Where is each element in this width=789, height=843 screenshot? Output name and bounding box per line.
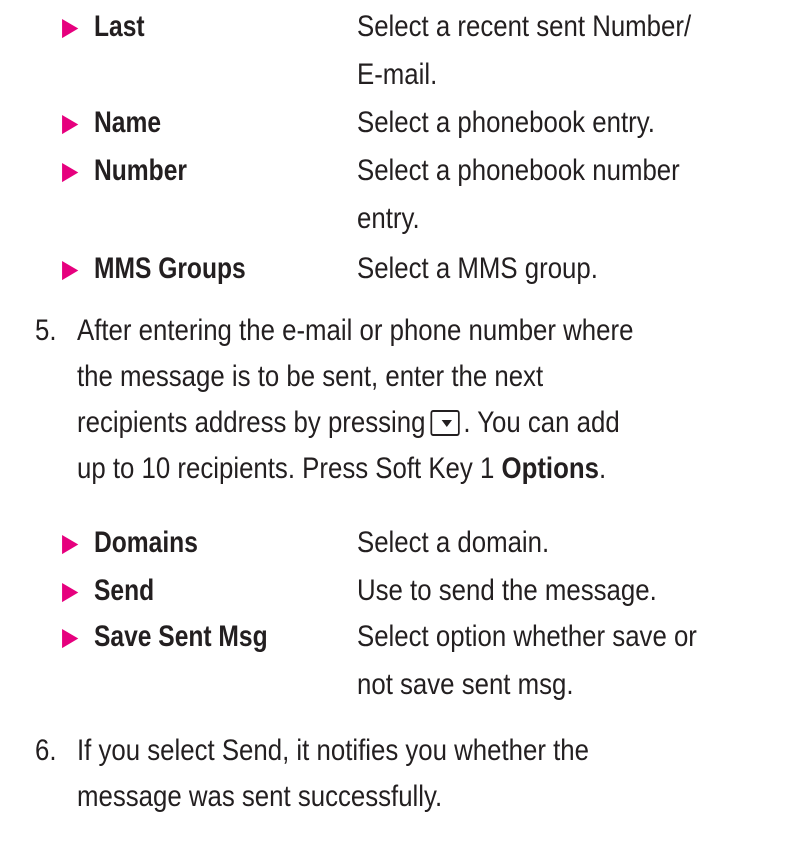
option-term: Number: [94, 154, 187, 187]
option-description-continued: entry.: [357, 202, 420, 235]
step-text-line: the message is to be sent, enter the nex…: [77, 360, 544, 393]
step-6: 6. If you select Send, it notifies you w…: [35, 728, 785, 828]
option-term: Domains: [94, 526, 198, 559]
option-description: Use to send the message.: [357, 574, 657, 607]
option-description: Select a recent sent Number/: [357, 10, 692, 43]
bullet-arrow-icon: ▶: [62, 109, 79, 137]
bullet-arrow-icon: ▶: [62, 255, 79, 283]
manual-page: ▶ Last Select a recent sent Number/ E-ma…: [0, 0, 789, 843]
option-term: Send: [94, 574, 155, 607]
option-description: Select a phonebook entry.: [357, 106, 655, 139]
down-key-icon: [430, 410, 460, 436]
option-description-continued: not save sent msg.: [357, 668, 574, 701]
bullet-arrow-icon: ▶: [62, 529, 79, 557]
options-label: Options: [501, 452, 599, 485]
step-number: 5.: [35, 314, 57, 347]
bullet-arrow-icon: ▶: [62, 577, 79, 605]
option-description: Select option whether save or: [357, 620, 697, 653]
option-term: Name: [94, 106, 162, 139]
step-text-line: message was sent successfully.: [77, 780, 443, 813]
option-term: Last: [94, 10, 145, 43]
step-text-segment: recipients address by pressing: [77, 406, 426, 439]
step-number: 6.: [35, 734, 57, 767]
option-term: MMS Groups: [94, 252, 246, 285]
option-description: Select a phonebook number: [357, 154, 680, 187]
step-text-segment: up to 10 recipients. Press Soft Key 1: [77, 452, 495, 485]
step-text-segment: . You can add: [463, 406, 620, 439]
option-description: Select a domain.: [357, 526, 550, 559]
step-text-line: recipients address by pressing . You can …: [77, 400, 620, 446]
step-text-line: up to 10 recipients. Press Soft Key 1 Op…: [77, 446, 606, 492]
bullet-arrow-icon: ▶: [62, 157, 79, 185]
step-5: 5. After entering the e-mail or phone nu…: [35, 308, 785, 508]
option-term: Save Sent Msg: [94, 620, 268, 653]
step-text-segment: .: [598, 452, 607, 485]
step-text-line: If you select Send, it notifies you whet…: [77, 734, 589, 767]
option-description: Select a MMS group.: [357, 252, 598, 285]
bullet-arrow-icon: ▶: [62, 13, 79, 41]
option-description-continued: E-mail.: [357, 58, 438, 91]
bullet-arrow-icon: ▶: [62, 623, 79, 651]
step-text-line: After entering the e-mail or phone numbe…: [77, 314, 634, 347]
